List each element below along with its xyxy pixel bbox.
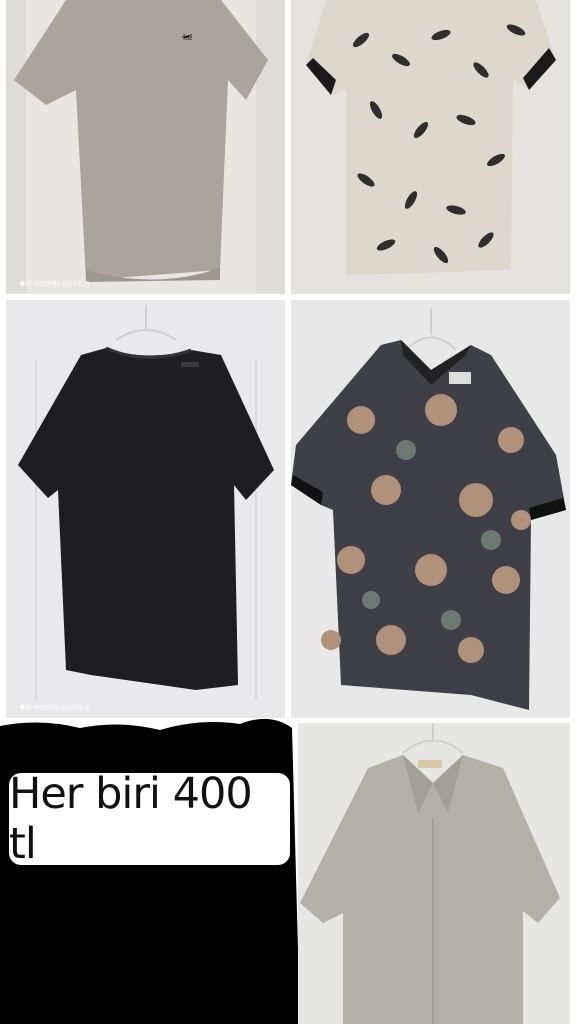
beige-tshirt-image: ke	[6, 0, 285, 294]
black-brush-background	[0, 718, 300, 1024]
photo-black-tshirt: REDMI NOTE 8	[6, 300, 285, 718]
photo-beige-camp-shirt	[298, 723, 570, 1024]
watermark-text: REDMI NOTE 8	[20, 280, 90, 288]
price-panel	[0, 718, 300, 1024]
camera-dots-icon	[20, 281, 32, 287]
leaf-polo-image	[291, 0, 570, 294]
svg-text:ke: ke	[183, 33, 192, 42]
watermark-label: REDMI NOTE 8	[35, 280, 90, 288]
camp-shirt-image	[298, 723, 570, 1024]
price-label: Her biri 400 tl	[9, 769, 253, 869]
watermark-text-2: REDMI NOTE 8	[20, 704, 90, 712]
price-card: Her biri 400 tl	[9, 769, 290, 869]
black-tshirt-image	[6, 300, 285, 718]
photo-leaf-print-polo	[291, 0, 570, 294]
camera-dots-icon-2	[20, 705, 32, 711]
photo-floral-polo	[291, 300, 570, 718]
floral-polo-image	[291, 300, 570, 718]
photo-beige-tshirt: ke REDMI NOTE 8	[6, 0, 285, 294]
watermark-label-2: REDMI NOTE 8	[35, 704, 90, 712]
